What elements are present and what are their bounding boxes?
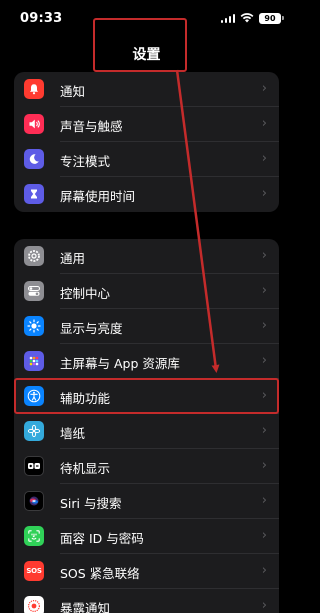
- chevron-right-icon: ›: [261, 318, 267, 333]
- settings-row-sos[interactable]: SOS SOS 紧急联络 ›: [14, 554, 279, 589]
- settings-row-general[interactable]: 通用 ›: [14, 239, 279, 274]
- battery-icon: 90: [259, 12, 284, 24]
- settings-row-exposure[interactable]: 暴露通知 ›: [14, 589, 279, 613]
- row-label: 主屏幕与 App 资源库: [60, 356, 180, 371]
- settings-screen: 09:33 90 设置 通知 › 声音与触感 › 专注模式 › 屏幕使用时间 ›…: [0, 0, 293, 613]
- chevron-right-icon: ›: [261, 353, 267, 368]
- flower-icon: [24, 421, 44, 441]
- row-label: 待机显示: [60, 461, 111, 476]
- settings-row-screen-time[interactable]: 屏幕使用时间 ›: [14, 177, 279, 212]
- face-id-icon: [24, 526, 44, 546]
- chevron-right-icon: ›: [261, 528, 267, 543]
- chevron-right-icon: ›: [261, 116, 267, 131]
- moon-icon: [24, 149, 44, 169]
- row-label: 暴露通知: [60, 601, 111, 613]
- row-label: 显示与亮度: [60, 321, 123, 336]
- chevron-right-icon: ›: [261, 423, 267, 438]
- settings-row-sounds[interactable]: 声音与触感 ›: [14, 107, 279, 142]
- settings-group-notifications: 通知 › 声音与触感 › 专注模式 › 屏幕使用时间 ›: [14, 72, 279, 212]
- cellular-signal-icon: [220, 13, 235, 23]
- settings-row-siri[interactable]: Siri 与搜索 ›: [14, 484, 279, 519]
- row-label: 墙纸: [60, 426, 86, 441]
- settings-row-control-center[interactable]: 控制中心 ›: [14, 274, 279, 309]
- settings-row-home-screen[interactable]: 主屏幕与 App 资源库 ›: [14, 344, 279, 379]
- siri-icon: [24, 491, 44, 511]
- title-highlight-box: [93, 18, 187, 72]
- settings-group-general: 通用 › 控制中心 › 显示与亮度 › 主屏幕与 App 资源库 › 辅助功能 …: [14, 239, 279, 613]
- status-icons: 90: [220, 12, 284, 24]
- chevron-right-icon: ›: [261, 458, 267, 473]
- speaker-icon: [24, 114, 44, 134]
- bell-icon: [24, 79, 44, 99]
- sos-icon: SOS: [24, 561, 44, 581]
- status-time: 09:33: [20, 11, 63, 26]
- row-label: SOS 紧急联络: [60, 566, 140, 581]
- gear-icon: [24, 246, 44, 266]
- row-label: Siri 与搜索: [60, 496, 122, 511]
- settings-row-face-id[interactable]: 面容 ID 与密码 ›: [14, 519, 279, 554]
- row-label: 通知: [60, 84, 86, 99]
- settings-row-wallpaper[interactable]: 墙纸 ›: [14, 414, 279, 449]
- accessibility-highlight-box: [14, 378, 279, 414]
- row-label: 屏幕使用时间: [60, 189, 136, 204]
- settings-row-display[interactable]: 显示与亮度 ›: [14, 309, 279, 344]
- row-label: 控制中心: [60, 286, 111, 301]
- chevron-right-icon: ›: [261, 563, 267, 578]
- exposure-icon: [24, 596, 44, 613]
- chevron-right-icon: ›: [261, 493, 267, 508]
- row-label: 声音与触感: [60, 119, 123, 134]
- settings-row-notifications[interactable]: 通知 ›: [14, 72, 279, 107]
- chevron-right-icon: ›: [261, 186, 267, 201]
- standby-icon: [24, 456, 44, 476]
- chevron-right-icon: ›: [261, 283, 267, 298]
- sun-icon: [24, 316, 44, 336]
- row-label: 专注模式: [60, 154, 111, 169]
- settings-row-standby[interactable]: 待机显示 ›: [14, 449, 279, 484]
- hourglass-icon: [24, 184, 44, 204]
- wifi-icon: [240, 13, 254, 23]
- row-label: 通用: [60, 251, 86, 266]
- toggles-icon: [24, 281, 44, 301]
- chevron-right-icon: ›: [261, 248, 267, 263]
- home-grid-icon: [24, 351, 44, 371]
- settings-row-focus[interactable]: 专注模式 ›: [14, 142, 279, 177]
- chevron-right-icon: ›: [261, 151, 267, 166]
- row-label: 面容 ID 与密码: [60, 531, 144, 546]
- chevron-right-icon: ›: [261, 81, 267, 96]
- chevron-right-icon: ›: [261, 598, 267, 613]
